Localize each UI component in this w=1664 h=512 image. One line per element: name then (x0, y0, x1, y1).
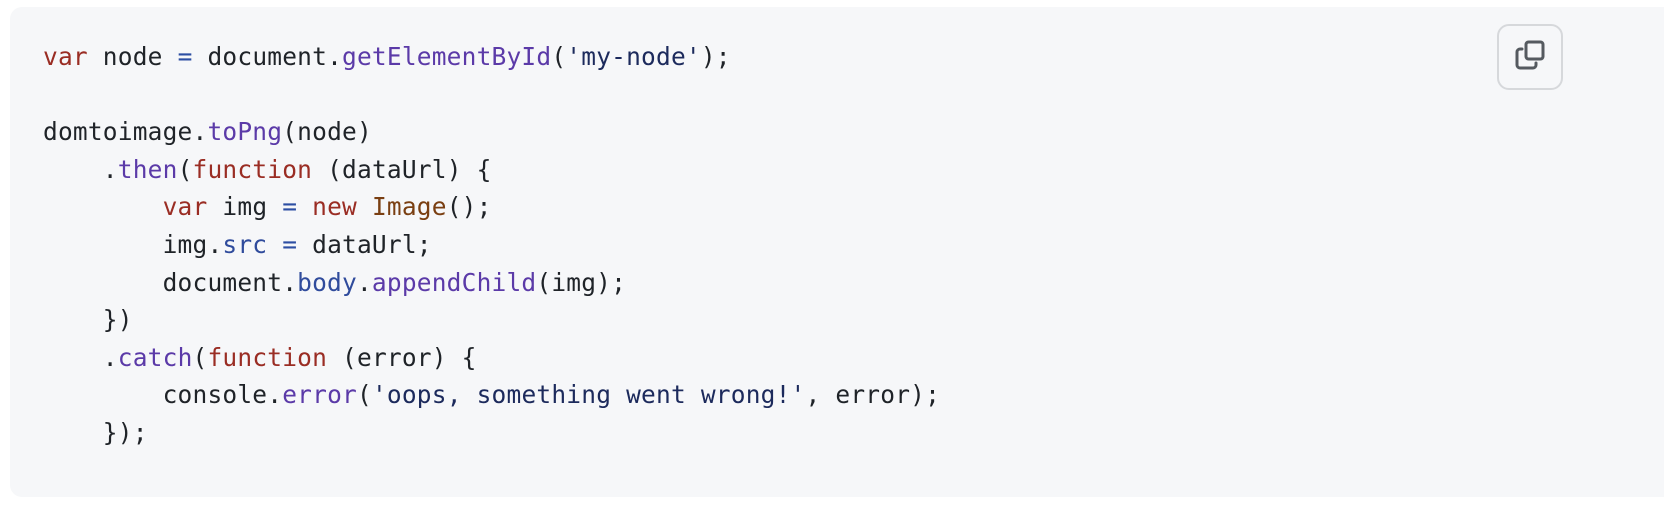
code-token-method: then (117, 154, 178, 184)
code-token-plain: (dataUrl) { (312, 154, 492, 184)
code-token-plain: ( (356, 380, 372, 410)
code-token-plain: (error) { (327, 342, 477, 372)
code-token-operator: = (282, 192, 298, 222)
code-token-plain: img (207, 192, 283, 222)
code-token-plain: . (356, 267, 372, 297)
code-line: var node = document.getElementById('my-n… (43, 38, 940, 76)
code-token-plain: . (43, 342, 118, 372)
code-token-plain: (img); (536, 267, 627, 297)
code-line: .catch(function (error) { (43, 339, 940, 377)
code-token-method: appendChild (371, 267, 537, 297)
code-token-keyword: function (192, 154, 313, 184)
code-line: console.error('oops, something went wron… (43, 376, 940, 414)
code-token-plain: ( (177, 154, 193, 184)
code-token-plain: ( (192, 342, 208, 372)
code-line: }) (43, 301, 940, 339)
code-token-method: catch (117, 342, 193, 372)
code-token-plain: (); (446, 192, 492, 222)
code-token-keyword: var (162, 192, 208, 222)
code-token-operator: = (282, 229, 298, 259)
code-token-plain: ( (551, 42, 567, 71)
code-token-plain: , error); (805, 380, 941, 410)
copy-button[interactable] (1497, 24, 1563, 90)
code-line: document.body.appendChild(img); (43, 264, 940, 302)
code-token-plain: }); (43, 417, 148, 447)
code-token-property: body (297, 267, 357, 297)
code-token-class: Image (371, 192, 447, 222)
code-line: .then(function (dataUrl) { (43, 151, 940, 189)
code-token-plain: console. (43, 380, 283, 410)
code-token-method: toPng (207, 117, 283, 147)
code-token-plain: document. (43, 267, 298, 297)
code-token-plain: ); (700, 42, 731, 71)
code-token-method: getElementById (342, 42, 552, 71)
code-token-plain: . (43, 154, 118, 184)
code-token-keyword: function (207, 342, 328, 372)
code-token-string: 'oops, something went wrong!' (371, 380, 806, 410)
code-line: domtoimage.toPng(node) (43, 113, 940, 151)
code-token-keyword: var (43, 42, 88, 71)
code-token-property: src (222, 229, 268, 259)
code-token-plain: dataUrl; (297, 229, 432, 259)
code-token-plain: domtoimage. (43, 117, 208, 147)
code-line: var img = new Image(); (43, 188, 940, 226)
code-token-method: error (282, 380, 357, 410)
code-token-plain: (node) (282, 117, 372, 147)
code-token-plain: }) (43, 305, 133, 335)
code-token-keyword: new (312, 192, 357, 222)
copy-icon (1513, 38, 1547, 77)
code-token-plain: node (87, 42, 178, 71)
code-block: var node = document.getElementById('my-n… (10, 7, 1664, 497)
code-token-operator: = (177, 42, 193, 71)
code-line: img.src = dataUrl; (43, 226, 940, 264)
code-token-string: 'my-node' (566, 42, 701, 71)
code-token-plain: document. (192, 42, 343, 71)
code-content[interactable]: var node = document.getElementById('my-n… (43, 38, 940, 452)
code-token-plain: img. (43, 229, 223, 259)
code-line: }); (43, 414, 940, 452)
